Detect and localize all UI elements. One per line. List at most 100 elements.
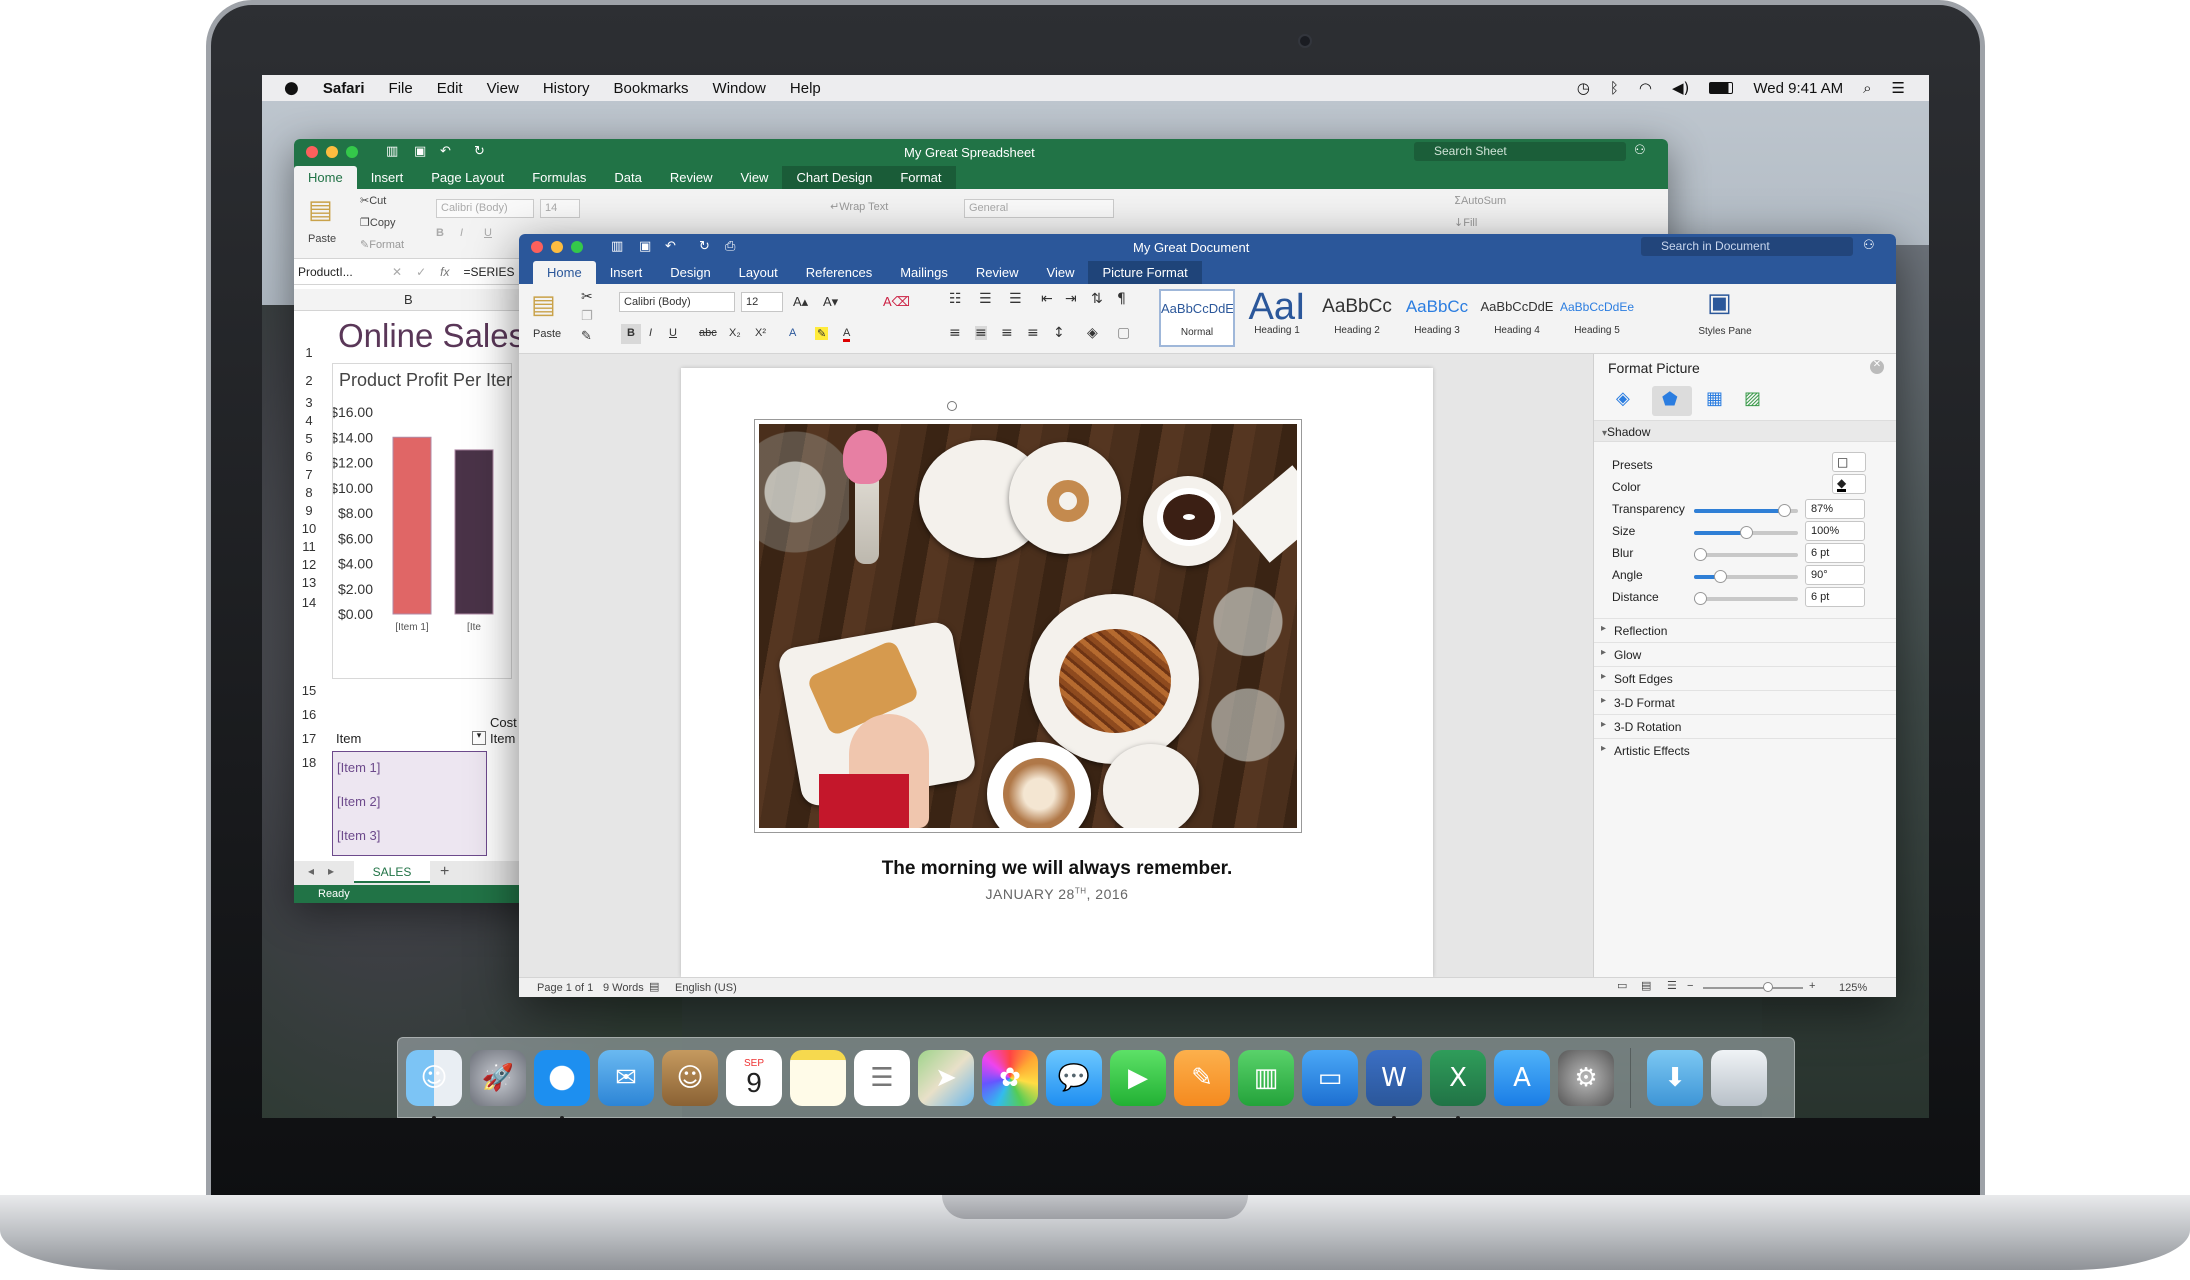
row-number[interactable]: 14: [294, 595, 324, 610]
photos-icon[interactable]: ✿: [982, 1049, 1038, 1106]
time-machine-icon[interactable]: ◷: [1577, 80, 1590, 96]
safari-icon[interactable]: ✦: [534, 1049, 590, 1118]
excel-font-select[interactable]: Calibri (Body): [436, 199, 534, 218]
align-right-icon[interactable]: ≡: [1001, 326, 1013, 340]
function-icon[interactable]: fx: [440, 265, 449, 279]
bullets-icon[interactable]: ☷: [949, 292, 962, 306]
autosum-button[interactable]: Σ AutoSum: [1454, 195, 1506, 207]
volume-icon[interactable]: ◀): [1672, 80, 1689, 96]
bold-button[interactable]: B: [621, 324, 641, 344]
effects-tab[interactable]: ⬟: [1652, 386, 1692, 416]
row-number[interactable]: 1: [294, 345, 324, 360]
excel-tab-home[interactable]: Home: [294, 166, 357, 189]
excel-tab-page-layout[interactable]: Page Layout: [417, 166, 518, 189]
number-format-select[interactable]: General: [964, 199, 1114, 218]
rotate-handle[interactable]: [947, 401, 957, 411]
page-count[interactable]: Page 1 of 1: [537, 982, 593, 994]
launchpad-icon[interactable]: 🚀: [470, 1049, 526, 1106]
menu-history[interactable]: History: [543, 80, 590, 97]
fill-button[interactable]: ↓ Fill: [1454, 217, 1477, 229]
excel-tab-insert[interactable]: Insert: [357, 166, 418, 189]
language[interactable]: English (US): [675, 982, 737, 994]
redo-icon[interactable]: ↻: [699, 240, 710, 253]
excel-tab-format[interactable]: Format: [886, 166, 956, 189]
picture-icon[interactable]: ▨: [1744, 390, 1761, 408]
slider-knob[interactable]: [1694, 548, 1708, 561]
wifi-icon[interactable]: ◠: [1639, 80, 1652, 96]
menu-bookmarks[interactable]: Bookmarks: [614, 80, 689, 97]
trash-icon[interactable]: [1711, 1049, 1767, 1106]
menu-safari[interactable]: Safari: [323, 80, 365, 97]
sheet-heading[interactable]: Online Sales: [338, 317, 525, 355]
row-number[interactable]: 12: [294, 557, 324, 572]
save-icon[interactable]: ▣: [639, 240, 651, 253]
prev-sheet-icon[interactable]: ◂: [308, 865, 314, 877]
justify-icon[interactable]: ≡: [1027, 326, 1039, 340]
highlight-button[interactable]: ✎: [815, 327, 829, 340]
maps-icon[interactable]: ➤: [918, 1049, 974, 1106]
menu-window[interactable]: Window: [713, 80, 766, 97]
align-center-icon[interactable]: ≡: [975, 326, 987, 340]
menu-edit[interactable]: Edit: [437, 80, 463, 97]
section-glow[interactable]: Glow: [1594, 642, 1896, 666]
word-tab-insert[interactable]: Insert: [596, 261, 657, 284]
shadow-section[interactable]: ▾ Shadow: [1594, 420, 1896, 442]
apple-icon[interactable]: ●: [284, 79, 299, 97]
shadow-size-input[interactable]: 100%: [1805, 521, 1865, 541]
shadow-transparency-input[interactable]: 87%: [1805, 499, 1865, 519]
mail-icon[interactable]: ✉: [598, 1049, 654, 1106]
menu-file[interactable]: File: [389, 80, 413, 97]
table-row[interactable]: [Item 1]: [337, 760, 380, 775]
font-color-button[interactable]: A: [843, 327, 851, 342]
style-heading-1[interactable]: AaI Heading 1: [1239, 289, 1315, 347]
sidebar-icon[interactable]: ▥: [611, 240, 623, 253]
word-tab-picture-format[interactable]: Picture Format: [1088, 261, 1202, 284]
increase-indent-icon[interactable]: ⇥: [1065, 292, 1077, 306]
row-number[interactable]: 10: [294, 521, 324, 536]
excel-tab-view[interactable]: View: [727, 166, 783, 189]
downloads-icon[interactable]: ⬇: [1647, 1049, 1703, 1106]
presets-dropdown[interactable]: □: [1832, 452, 1866, 472]
facetime-icon[interactable]: ▶: [1110, 1049, 1166, 1106]
style-heading-2[interactable]: AaBbCc Heading 2: [1319, 289, 1395, 347]
row-number[interactable]: 16: [294, 707, 324, 722]
excel-search-input[interactable]: Search Sheet: [1414, 142, 1626, 161]
paste-icon[interactable]: ▤: [308, 197, 333, 223]
numbers-icon[interactable]: ▥: [1238, 1049, 1294, 1106]
word-tab-mailings[interactable]: Mailings: [886, 261, 962, 284]
share-icon[interactable]: ⚇: [1863, 239, 1875, 252]
caption-date[interactable]: JANUARY 28TH, 2016: [681, 886, 1433, 902]
copy-button[interactable]: ❐ Copy: [360, 217, 396, 229]
section-3-d-rotation[interactable]: 3-D Rotation: [1594, 714, 1896, 738]
slider-knob[interactable]: [1740, 526, 1753, 539]
line-spacing-icon[interactable]: ↕: [1053, 326, 1065, 340]
reminders-icon[interactable]: ☰: [854, 1049, 910, 1106]
section-reflection[interactable]: Reflection: [1594, 618, 1896, 642]
calendar-icon[interactable]: SEP 9: [726, 1049, 782, 1106]
word-tab-home[interactable]: Home: [533, 261, 596, 284]
pilcrow-icon[interactable]: ¶: [1117, 292, 1126, 306]
cut-button[interactable]: ✂ Cut: [360, 195, 386, 207]
word-count[interactable]: 9 Words: [603, 982, 644, 994]
close-button[interactable]: [306, 146, 318, 158]
word-tab-layout[interactable]: Layout: [725, 261, 792, 284]
row-number[interactable]: 4: [294, 413, 324, 428]
outline-view-icon[interactable]: ☰: [1667, 980, 1677, 991]
italic-button[interactable]: I: [460, 227, 463, 239]
keynote-icon[interactable]: ▭: [1302, 1049, 1358, 1106]
excel-tab-formulas[interactable]: Formulas: [518, 166, 600, 189]
underline-button[interactable]: U: [669, 327, 677, 339]
excel-tab-review[interactable]: Review: [656, 166, 727, 189]
row-number[interactable]: 5: [294, 431, 324, 446]
italic-button[interactable]: I: [649, 327, 652, 339]
table-row[interactable]: [Item 3]: [337, 828, 380, 843]
print-icon[interactable]: ⎙: [725, 240, 735, 253]
bold-button[interactable]: B: [436, 227, 444, 239]
row-number[interactable]: 3: [294, 395, 324, 410]
decrease-indent-icon[interactable]: ⇤: [1041, 292, 1053, 306]
underline-button[interactable]: U: [484, 227, 492, 239]
row-number[interactable]: 15: [294, 683, 324, 698]
word-search-input[interactable]: Search in Document: [1641, 237, 1853, 256]
word-tab-review[interactable]: Review: [962, 261, 1033, 284]
sheet-tab-sales[interactable]: SALES: [354, 861, 430, 883]
